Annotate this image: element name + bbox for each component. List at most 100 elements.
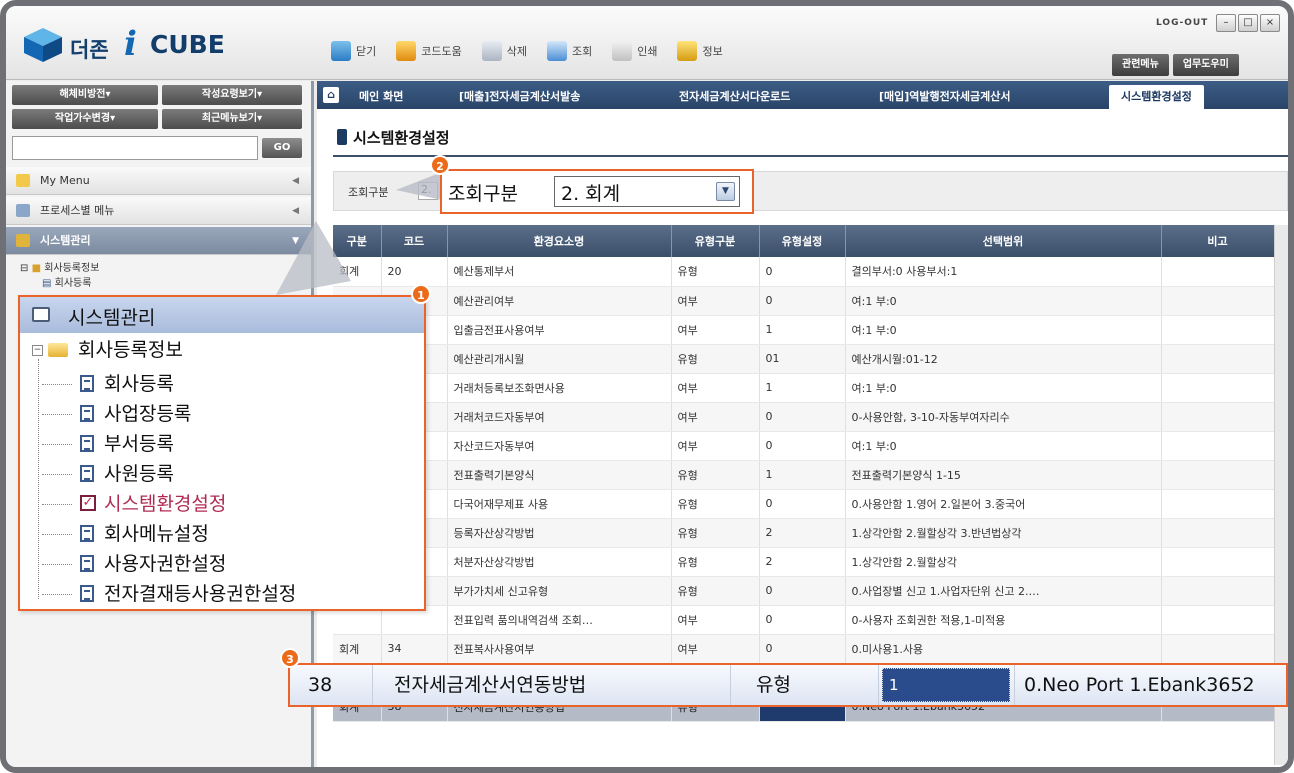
row-callout-setting-input[interactable]: 1: [882, 668, 1010, 702]
cell-note: [1161, 257, 1275, 287]
mini-tree-folder[interactable]: ⊟ ■ 회사등록정보: [20, 259, 99, 274]
logo: 더존 i CUBE: [24, 24, 264, 68]
table-row[interactable]: 회계 20 예산통제부서 유형 0 결의부서:0 사용부서:1: [333, 257, 1275, 287]
cell-setting[interactable]: 1: [759, 315, 846, 345]
cell-code: 34: [381, 634, 448, 664]
tab-main[interactable]: 메인 화면: [359, 85, 403, 109]
cell-note: [1161, 431, 1275, 461]
code-help-button[interactable]: 코드도움: [386, 38, 471, 64]
col-header-type[interactable]: 유형구분: [671, 225, 760, 257]
cell-setting[interactable]: 0: [759, 489, 846, 519]
title-divider: [333, 155, 1288, 157]
table-header-row: 구분 코드 환경요소명 유형구분 유형설정 선택범위 비고: [333, 225, 1275, 257]
cell-setting[interactable]: 0: [759, 257, 846, 287]
mini-tree-item[interactable]: ▤ 회사등록: [42, 274, 91, 289]
search-button[interactable]: 조회: [537, 38, 602, 64]
close-window-icon[interactable]: ×: [1260, 14, 1280, 32]
filter-callout-select[interactable]: 2. 회계 ▼: [554, 176, 740, 207]
table-row[interactable]: 회계 34 전표복사사용여부 여부 0 0.미사용1.사용: [333, 634, 1275, 664]
process-menu-label: 프로세스별 메뉴: [40, 204, 115, 217]
close-label: 닫기: [356, 45, 377, 58]
tab-purchase-reverse-einvoice[interactable]: [매입]역발행전자세금계산서: [879, 85, 1011, 109]
document-icon: [80, 555, 94, 572]
tab-bar: ⌂ 메인 화면 [매출]전자세금계산서발송 전자세금계산서다운로드 [매입]역발…: [317, 81, 1288, 109]
cell-setting[interactable]: 0: [759, 402, 846, 432]
delete-button[interactable]: 삭제: [472, 38, 537, 64]
print-icon: [612, 41, 633, 61]
cell-divider: [1014, 665, 1015, 705]
tree-connector: [38, 359, 39, 599]
cell-setting[interactable]: 0: [759, 286, 846, 316]
cell-note: [1161, 373, 1275, 403]
tab-system-settings[interactable]: 시스템환경설정: [1109, 85, 1204, 109]
cell-note: [1161, 344, 1275, 374]
table-row[interactable]: 전표출력기본양식 유형 1 전표출력기본양식 1-15: [333, 460, 1275, 490]
table-row[interactable]: 등록자산상각방법 유형 2 1.상각안함 2.월할상각 3.반년법상각: [333, 518, 1275, 548]
system-admin-label: 시스템관리: [40, 234, 91, 247]
document-icon: [80, 525, 94, 542]
cell-type: 유형: [671, 460, 760, 490]
menu-search-input[interactable]: [12, 136, 258, 160]
cell-setting[interactable]: 1: [759, 373, 846, 403]
go-button[interactable]: GO: [262, 138, 302, 158]
home-icon[interactable]: ⌂: [323, 87, 339, 103]
cell-setting[interactable]: 0: [759, 605, 846, 635]
table-row[interactable]: 입출금전표사용여부 여부 1 여:1 부:0: [333, 315, 1275, 345]
cell-code: 20: [381, 257, 448, 287]
cell-note: [1161, 489, 1275, 519]
related-menu-button[interactable]: 관련메뉴: [1112, 54, 1169, 76]
document-icon: [80, 585, 94, 602]
cell-setting[interactable]: 2: [759, 547, 846, 577]
cell-range: 여:1 부:0: [845, 431, 1162, 461]
table-row[interactable]: 예산관리개시월 유형 01 예산개시월:01-12: [333, 344, 1275, 374]
cell-note: [1161, 402, 1275, 432]
cell-setting[interactable]: 0: [759, 634, 846, 664]
row-callout-type: 유형: [756, 674, 791, 696]
cell-note: [1161, 576, 1275, 606]
table-row[interactable]: 거래처코드자동부여 여부 0 0-사용안함, 3-10-자동부여자리수: [333, 402, 1275, 432]
table-row[interactable]: 자산코드자동부여 여부 0 여:1 부:0: [333, 431, 1275, 461]
col-header-element-name[interactable]: 환경요소명: [447, 225, 672, 257]
chevron-down-icon[interactable]: ▼: [716, 182, 735, 201]
cell-setting[interactable]: 2: [759, 518, 846, 548]
col-header-note[interactable]: 비고: [1161, 225, 1275, 257]
table-row[interactable]: 다국어재무제표 사용 유형 0 0.사용안함 1.영어 2.일본어 3.중국어: [333, 489, 1275, 519]
logo-suffix: CUBE: [150, 30, 225, 59]
sidebar-button-2[interactable]: 작성요령보기▾: [162, 85, 302, 105]
sidebar-button-3[interactable]: 작업가수변경▾: [12, 109, 158, 129]
cell-divider: [372, 665, 373, 705]
table-row[interactable]: 전표입력 품의내역검색 조회… 여부 0 0-사용자 조회권한 적용,1-미적용: [333, 605, 1275, 635]
cell-setting[interactable]: 0: [759, 431, 846, 461]
info-button[interactable]: 정보: [667, 38, 732, 64]
info-label: 정보: [702, 45, 723, 58]
sidebar-button-1[interactable]: 해체비방전▾: [12, 85, 158, 105]
tree-root[interactable]: 시스템관리: [20, 297, 424, 333]
print-button[interactable]: 인쇄: [602, 38, 667, 64]
col-header-range[interactable]: 선택범위: [845, 225, 1162, 257]
close-button[interactable]: 닫기: [321, 38, 386, 64]
collapse-toggle-icon[interactable]: −: [32, 345, 43, 356]
logout-link[interactable]: LOG-OUT: [1156, 18, 1208, 28]
tree-folder-label[interactable]: 회사등록정보: [78, 335, 183, 362]
close-icon: [331, 41, 351, 61]
cell-setting[interactable]: 0: [759, 576, 846, 606]
cell-setting[interactable]: 01: [759, 344, 846, 374]
tab-einvoice-download[interactable]: 전자세금계산서다운로드: [679, 85, 790, 109]
document-icon: [80, 465, 94, 482]
folder-icon: [48, 343, 68, 357]
table-row[interactable]: 처분자산상각방법 유형 2 1.상각안함 2.월할상각: [333, 547, 1275, 577]
toolbar: 닫기 코드도움 삭제 조회 인쇄 정보: [321, 38, 733, 66]
col-header-setting[interactable]: 유형설정: [759, 225, 846, 257]
table-row[interactable]: 거래처등록보조화면사용 여부 1 여:1 부:0: [333, 373, 1275, 403]
work-helper-button[interactable]: 업무도우미: [1172, 54, 1239, 76]
table-row[interactable]: 부가가치세 신고유형 유형 0 0.사업장별 신고 1.사업자단위 신고 2.…: [333, 576, 1275, 606]
maximize-icon[interactable]: □: [1238, 14, 1258, 32]
tab-sales-einvoice-send[interactable]: [매출]전자세금계산서발송: [459, 85, 580, 109]
table-row[interactable]: 예산관리여부 여부 0 여:1 부:0: [333, 286, 1275, 316]
minimize-icon[interactable]: –: [1216, 14, 1236, 32]
sidebar-button-4[interactable]: 최근메뉴보기▾: [162, 109, 302, 129]
sidebar-item-my-menu[interactable]: My Menu ◀: [6, 167, 311, 195]
cell-range: 1.상각안함 2.월할상각 3.반년법상각: [845, 518, 1162, 548]
col-header-code[interactable]: 코드: [381, 225, 448, 257]
cell-setting[interactable]: 1: [759, 460, 846, 490]
